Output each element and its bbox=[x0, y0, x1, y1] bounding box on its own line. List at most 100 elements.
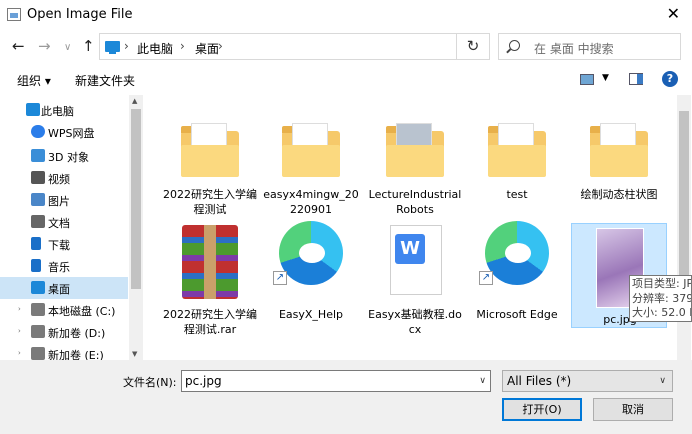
folder-front bbox=[282, 145, 340, 177]
sidebar-item[interactable]: 文档 bbox=[0, 211, 128, 233]
desktop-icon bbox=[31, 281, 45, 294]
command-toolbar: 组织 ▾ 新建文件夹 ▼ ? bbox=[0, 63, 692, 95]
drive-icon bbox=[31, 325, 45, 338]
sidebar-item[interactable]: › 新加卷 (D:) bbox=[0, 321, 128, 343]
forward-button[interactable]: → bbox=[38, 37, 51, 55]
chevron-down-icon[interactable]: ∨ bbox=[479, 376, 486, 386]
folder-icon bbox=[590, 123, 648, 177]
sidebar-item-label: 3D 对象 bbox=[48, 151, 89, 164]
file-name: Microsoft Edge bbox=[476, 308, 558, 321]
organize-menu[interactable]: 组织 ▾ bbox=[17, 72, 51, 89]
back-button[interactable]: ← bbox=[12, 37, 25, 55]
close-button[interactable]: ✕ bbox=[667, 4, 680, 23]
filename-label: 文件名(N): bbox=[123, 376, 177, 389]
recent-locations-button[interactable]: ∨ bbox=[64, 42, 71, 53]
help-button[interactable]: ? bbox=[662, 71, 678, 87]
folder-front bbox=[386, 145, 444, 177]
new-folder-button[interactable]: 新建文件夹 bbox=[75, 72, 135, 89]
file-item[interactable]: LectureIndustrialRobots bbox=[367, 103, 463, 218]
sidebar-item-label: 图片 bbox=[48, 195, 70, 208]
breadcrumb-separator[interactable]: › bbox=[180, 39, 185, 53]
breadcrumb-desktop[interactable]: 桌面 bbox=[195, 40, 219, 57]
file-type-select[interactable]: All Files (*) ∨ bbox=[502, 370, 673, 392]
scroll-up-icon[interactable]: ▲ bbox=[132, 97, 137, 105]
view-mode-dropdown-icon[interactable]: ▼ bbox=[602, 73, 609, 83]
expand-arrow-icon[interactable]: › bbox=[18, 305, 21, 313]
navigation-bar: ← → ∨ ↑ › 此电脑 › 桌面 › ↻ 在 桌面 中搜索 bbox=[0, 30, 692, 63]
edge-inner bbox=[299, 243, 325, 263]
sidebar-item[interactable]: 音乐 bbox=[0, 255, 128, 277]
file-name: easyx4mingw_20220901 bbox=[263, 188, 359, 216]
search-icon bbox=[509, 40, 520, 51]
search-box[interactable]: 在 桌面 中搜索 bbox=[498, 33, 681, 60]
folder-front bbox=[488, 145, 546, 177]
file-item[interactable]: ↗ Microsoft Edge bbox=[469, 221, 565, 338]
cloud-icon bbox=[31, 125, 45, 138]
navigation-pane: 此电脑 WPS网盘 3D 对象 视频 图片 文档 下载 音乐 桌面 › 本地磁盘 (C:) › 新加卷 … bbox=[0, 95, 145, 360]
file-item[interactable]: W Easyx基础教程.docx bbox=[367, 223, 463, 338]
sidebar-item[interactable]: › 本地磁盘 (C:) bbox=[0, 299, 128, 321]
up-button[interactable]: ↑ bbox=[82, 37, 95, 55]
tooltip-type: 项目类型: JPG bbox=[632, 277, 691, 290]
refresh-button[interactable]: ↻ bbox=[457, 33, 490, 60]
file-item[interactable]: ↗ EasyX_Help bbox=[263, 221, 359, 338]
folder-icon bbox=[282, 123, 340, 177]
edge-icon: ↗ bbox=[273, 221, 343, 285]
edge-inner bbox=[505, 243, 531, 263]
document-icon bbox=[31, 215, 45, 228]
tooltip-resolution: 分辨率: 379 bbox=[632, 291, 692, 305]
file-name: LectureIndustrialRobots bbox=[368, 188, 462, 216]
sidebar-item-label: 新加卷 (E:) bbox=[48, 349, 104, 360]
chevron-down-icon[interactable]: ∨ bbox=[659, 376, 666, 386]
sidebar-scroll-thumb[interactable] bbox=[131, 109, 141, 289]
picture-icon bbox=[31, 193, 45, 206]
sidebar-item[interactable]: 下载 bbox=[0, 233, 128, 255]
breadcrumb-separator[interactable]: › bbox=[218, 39, 223, 53]
filename-value: pc.jpg bbox=[185, 374, 222, 388]
file-name: 2022研究生入学编程测试.rar bbox=[163, 308, 257, 336]
sidebar-item[interactable]: 图片 bbox=[0, 189, 128, 211]
sidebar-item[interactable]: › 新加卷 (E:) bbox=[0, 343, 128, 360]
file-item[interactable]: 2022研究生入学编程测试 bbox=[162, 103, 258, 218]
sidebar-item[interactable]: 视频 bbox=[0, 167, 128, 189]
shortcut-arrow-icon: ↗ bbox=[273, 271, 287, 285]
breadcrumb-this-pc[interactable]: 此电脑 bbox=[137, 40, 173, 57]
address-bar[interactable]: › 此电脑 › 桌面 › bbox=[99, 33, 457, 60]
preview-pane-icon[interactable] bbox=[629, 73, 643, 85]
file-item[interactable]: 2022研究生入学编程测试.rar bbox=[162, 223, 258, 338]
tooltip-size: 大小: 52.0 K bbox=[632, 306, 692, 319]
filename-input[interactable]: pc.jpg ∨ bbox=[181, 370, 491, 392]
breadcrumb-separator[interactable]: › bbox=[124, 39, 129, 53]
file-name: 绘制动态柱状图 bbox=[580, 188, 658, 201]
cancel-button[interactable]: 取消 bbox=[593, 398, 673, 421]
sidebar-item-label: 新加卷 (D:) bbox=[48, 327, 106, 340]
computer-icon bbox=[26, 103, 40, 116]
drive-icon bbox=[31, 303, 45, 316]
file-item[interactable]: test bbox=[469, 103, 565, 218]
file-name: Easyx基础教程.docx bbox=[368, 308, 462, 336]
sidebar-item[interactable]: 此电脑 bbox=[0, 99, 128, 121]
folder-front bbox=[590, 145, 648, 177]
expand-arrow-icon[interactable]: › bbox=[18, 349, 21, 357]
window-icon bbox=[7, 8, 21, 21]
sidebar-item[interactable]: 3D 对象 bbox=[0, 145, 128, 167]
file-item[interactable]: 绘制动态柱状图 bbox=[571, 103, 667, 218]
open-button[interactable]: 打开(O) bbox=[502, 398, 582, 421]
scroll-down-icon[interactable]: ▼ bbox=[132, 350, 137, 358]
wps-document-icon: W bbox=[390, 225, 442, 295]
video-icon bbox=[31, 171, 45, 184]
sidebar-item-label: 音乐 bbox=[48, 261, 70, 274]
sidebar-item[interactable]: WPS网盘 bbox=[0, 121, 128, 143]
dialog-footer: 文件名(N): pc.jpg ∨ All Files (*) ∨ 打开(O) 取… bbox=[0, 360, 692, 434]
file-item[interactable]: easyx4mingw_20220901 bbox=[263, 103, 359, 218]
archive-strap bbox=[204, 225, 216, 299]
file-name: 2022研究生入学编程测试 bbox=[163, 188, 257, 216]
expand-arrow-icon[interactable]: › bbox=[18, 327, 21, 335]
sidebar-item[interactable]: 桌面 bbox=[0, 277, 128, 299]
sidebar-scrollbar[interactable]: ▲ ▼ bbox=[129, 95, 143, 360]
view-mode-icon[interactable] bbox=[580, 74, 594, 85]
folder-icon bbox=[181, 123, 239, 177]
computer-icon bbox=[105, 41, 120, 54]
file-list-scroll-thumb[interactable] bbox=[679, 111, 689, 281]
sidebar-item-label: WPS网盘 bbox=[48, 127, 95, 140]
